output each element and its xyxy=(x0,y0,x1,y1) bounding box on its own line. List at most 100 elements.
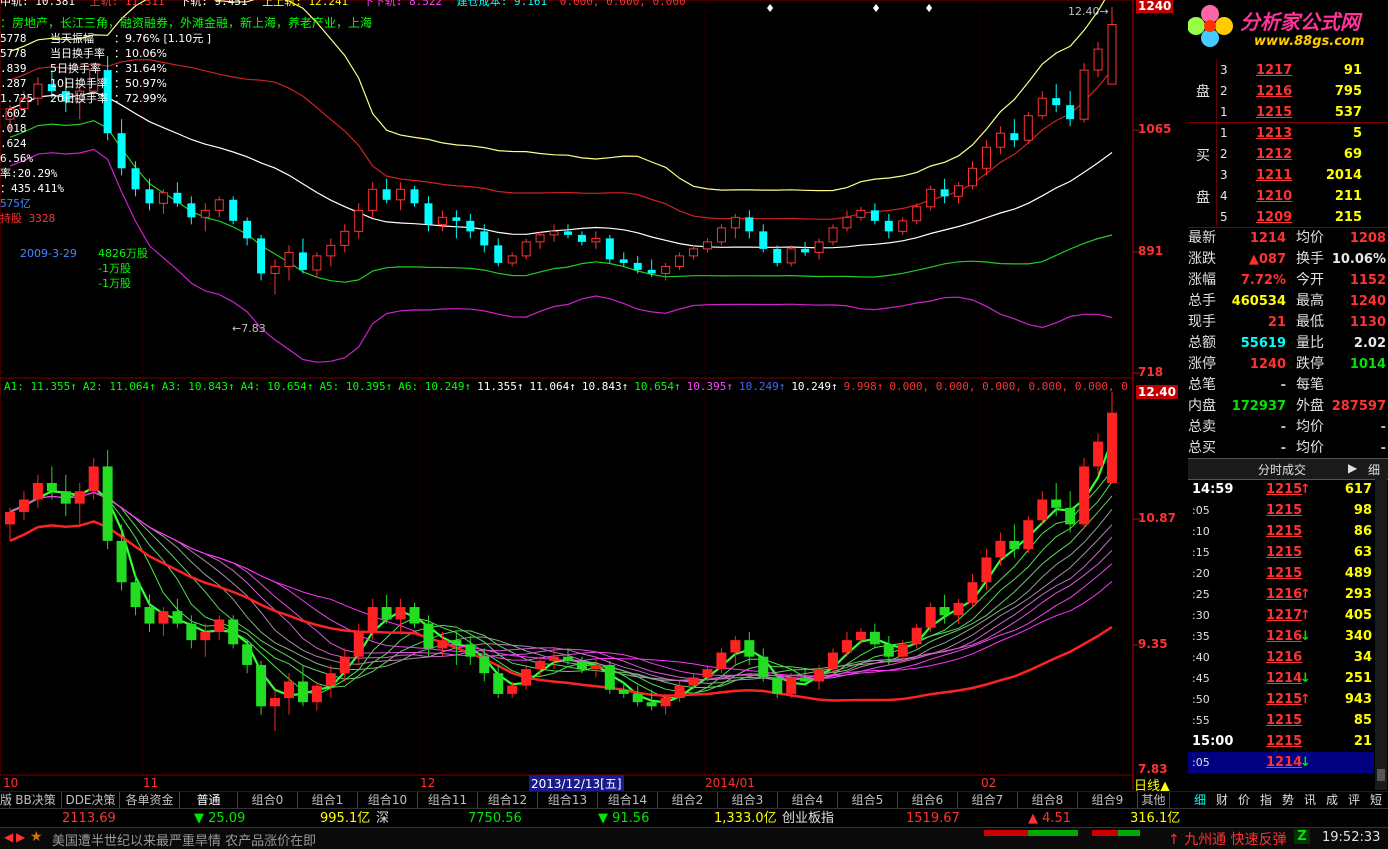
tick-row[interactable]: :25 1216 ↑ 293 xyxy=(1188,584,1374,605)
logo-text: 分析家公式网 xyxy=(1240,10,1360,34)
tick-row[interactable]: :40 1216 34 xyxy=(1188,647,1374,668)
buy-order-row[interactable]: 3 1211 2014 xyxy=(1188,165,1388,186)
indicator-value: 10.249↑ xyxy=(738,380,786,393)
side-tab-3[interactable]: 指 xyxy=(1256,792,1276,809)
tick-time: :15 xyxy=(1192,546,1210,559)
candle-body-up xyxy=(702,241,712,250)
tab-16[interactable]: 组合6 xyxy=(898,792,958,809)
z-icon[interactable]: Z xyxy=(1294,829,1310,844)
candle-body-down xyxy=(577,234,586,242)
up-arrow-icon: ↑ xyxy=(1300,482,1311,497)
side-tab-8[interactable]: 短 xyxy=(1366,792,1386,809)
tick-volume: 293 xyxy=(1344,587,1372,602)
quote-value: - xyxy=(1280,420,1286,435)
side-tab-bar: 细财价指势讯成评短 xyxy=(1188,793,1388,828)
tab-8[interactable]: 组合11 xyxy=(418,792,478,809)
candle-body-up xyxy=(158,192,168,204)
tab-19[interactable]: 组合9 xyxy=(1078,792,1138,809)
order-price: 1213 xyxy=(1256,126,1293,141)
tab-0[interactable]: 版 xyxy=(0,792,12,809)
buy-order-row[interactable]: 1 1213 5 xyxy=(1188,123,1388,144)
news-headline[interactable]: 美国遭半世纪以来最严重旱情 农产品涨价在即 xyxy=(52,830,316,849)
tick-row[interactable]: :55 1215 85 xyxy=(1188,710,1374,731)
tick-row[interactable]: :10 1215 86 xyxy=(1188,521,1374,542)
indicator-value: 10.395↑ xyxy=(686,380,733,393)
sell-order-row[interactable]: 1 1215 537 xyxy=(1188,102,1388,123)
tab-1[interactable]: BB决策 xyxy=(10,792,62,809)
lower-candle-down xyxy=(228,619,239,645)
tab-6[interactable]: 组合1 xyxy=(298,792,358,809)
side-tab-2[interactable]: 价 xyxy=(1234,792,1254,809)
tab-18[interactable]: 组合8 xyxy=(1018,792,1078,809)
lower-candle-up xyxy=(367,607,378,632)
market-bar-green-2 xyxy=(1118,830,1140,836)
tab-4[interactable]: 普通 xyxy=(180,792,238,809)
side-tab-7[interactable]: 评 xyxy=(1344,792,1364,809)
tab-20[interactable]: 其他 xyxy=(1138,792,1170,809)
quote-value: 1152 xyxy=(1349,273,1386,288)
quote-value: 287597 xyxy=(1331,399,1386,414)
sell-order-row[interactable]: 3 1217 91 xyxy=(1188,60,1388,81)
lower-candle-up xyxy=(967,582,978,603)
lower-candle-up xyxy=(1093,441,1104,467)
order-price: 1210 xyxy=(1256,189,1293,204)
tick-row[interactable]: :35 1216 ↓ 340 xyxy=(1188,626,1374,647)
tab-12[interactable]: 组合2 xyxy=(658,792,718,809)
news-next-icon[interactable]: ▶ xyxy=(16,830,25,844)
side-tab-6[interactable]: 成 xyxy=(1322,792,1342,809)
buy-order-row[interactable]: 4 1210 211 xyxy=(1188,186,1388,207)
tab-9[interactable]: 组合12 xyxy=(478,792,538,809)
sell-order-row[interactable]: 2 1216 795 xyxy=(1188,81,1388,102)
tab-7[interactable]: 组合10 xyxy=(358,792,418,809)
order-volume: 91 xyxy=(1343,63,1362,78)
tick-row[interactable]: :45 1214 ↓ 251 xyxy=(1188,668,1374,689)
tick-row[interactable]: :30 1217 ↑ 405 xyxy=(1188,605,1374,626)
tab-3[interactable]: 各单资金 xyxy=(120,792,180,809)
tick-volume: 34 xyxy=(1353,650,1372,665)
quote-label: 总手 xyxy=(1188,293,1216,309)
tick-row[interactable]: 15:00 1215 21 xyxy=(1188,731,1374,752)
side-tab-5[interactable]: 讯 xyxy=(1300,792,1320,809)
lower-candle-up xyxy=(841,640,852,653)
kline-chart-svg[interactable]: ♦ ♦ ♦ xyxy=(0,0,1188,790)
tick-row[interactable]: :05 1215 98 xyxy=(1188,500,1374,521)
lower-candle-up xyxy=(786,677,797,694)
quote-value: 1014 xyxy=(1349,357,1386,372)
tick-scrollbar-thumb[interactable] xyxy=(1377,769,1385,781)
tab-13[interactable]: 组合3 xyxy=(718,792,778,809)
candle-body-up xyxy=(437,216,447,225)
side-tab-4[interactable]: 势 xyxy=(1278,792,1298,809)
ticker-news[interactable]: ↑ 九州通 快速反弹 xyxy=(1168,829,1287,849)
tab-15[interactable]: 组合5 xyxy=(838,792,898,809)
tab-10[interactable]: 组合13 xyxy=(538,792,598,809)
tick-row[interactable]: :20 1215 489 xyxy=(1188,563,1374,584)
candle-body-down xyxy=(1052,98,1061,106)
candle-body-down xyxy=(117,133,126,169)
buy-order-row[interactable]: 5 1209 215 xyxy=(1188,207,1388,228)
news-prev-icon[interactable]: ◀ xyxy=(4,830,13,844)
tab-14[interactable]: 组合4 xyxy=(778,792,838,809)
order-price: 1211 xyxy=(1256,168,1293,183)
tick-row[interactable]: :05 1214 ↓ xyxy=(1188,752,1374,773)
tick-row[interactable]: :50 1215 ↑ 943 xyxy=(1188,689,1374,710)
candle-body-up xyxy=(675,255,685,267)
side-tab-0[interactable]: 细 xyxy=(1190,792,1210,809)
tab-5[interactable]: 组合0 xyxy=(238,792,298,809)
tab-bar: 版 BB决策 DDE决策 各单资金 普通 组合0 组合1 组合10 组合11 组合12 组合13 组合… xyxy=(0,791,1388,809)
quote-value: - xyxy=(1280,378,1286,393)
ticks-expand-icon[interactable]: ▶ xyxy=(1348,461,1357,475)
side-tab-1[interactable]: 财 xyxy=(1212,792,1232,809)
buy-order-row[interactable]: 2 1212 69 xyxy=(1188,144,1388,165)
tick-row[interactable]: :15 1215 63 xyxy=(1188,542,1374,563)
candle-body-up xyxy=(535,234,545,243)
tab-2[interactable]: DDE决策 xyxy=(62,792,120,809)
quote-value: 2.02 xyxy=(1353,336,1386,351)
quote-value: ▲087 xyxy=(1248,252,1286,267)
quote-value: 1208 xyxy=(1349,231,1386,246)
tick-list-scrollbar[interactable] xyxy=(1375,479,1387,790)
tick-row[interactable]: 14:59 1215 ↑ 617 xyxy=(1188,479,1374,500)
tab-11[interactable]: 组合14 xyxy=(598,792,658,809)
ticks-detail-tab[interactable]: 细 xyxy=(1368,461,1380,478)
kline-chart-area[interactable]: ♦ ♦ ♦ 中轨: 10.381 上轨: 11.311 下轨: 9.451 上上轨:… xyxy=(0,0,1140,790)
tab-17[interactable]: 组合7 xyxy=(958,792,1018,809)
